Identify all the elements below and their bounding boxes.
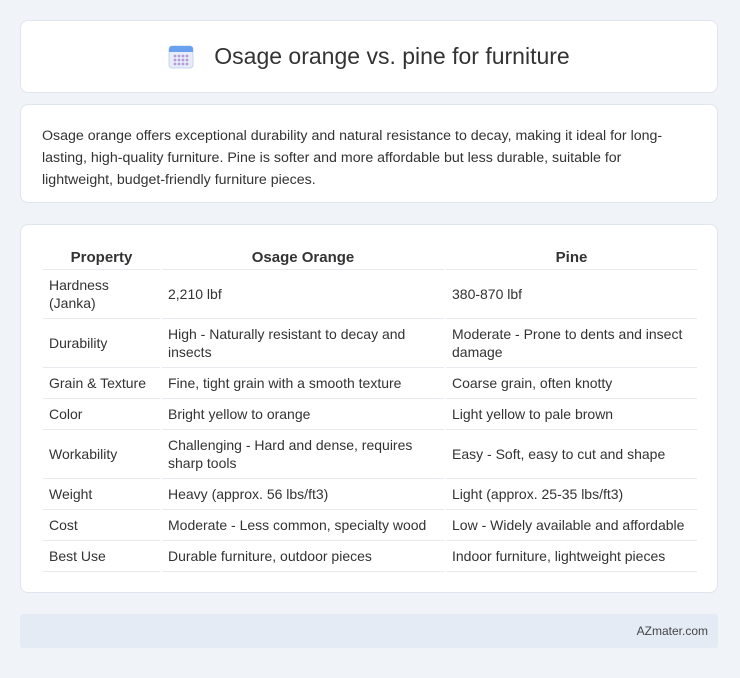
cell-osage: Durable furniture, outdoor pieces	[162, 541, 444, 572]
table-header-row: Property Osage Orange Pine	[43, 245, 697, 270]
cell-property: Cost	[43, 510, 160, 541]
cell-osage: High - Naturally resistant to decay and …	[162, 319, 444, 368]
table-row: Workability Challenging - Hard and dense…	[43, 430, 697, 479]
table-row: Grain & Texture Fine, tight grain with a…	[43, 368, 697, 399]
column-header-pine: Pine	[446, 245, 697, 270]
cell-pine: Moderate - Prone to dents and insect dam…	[446, 319, 697, 368]
cell-osage: Challenging - Hard and dense, requires s…	[162, 430, 444, 479]
table-row: Cost Moderate - Less common, specialty w…	[43, 510, 697, 541]
page-title: Osage orange vs. pine for furniture	[214, 43, 570, 69]
cell-pine: Easy - Soft, easy to cut and shape	[446, 430, 697, 479]
cell-osage: Moderate - Less common, specialty wood	[162, 510, 444, 541]
cell-osage: Heavy (approx. 56 lbs/ft3)	[162, 479, 444, 510]
cell-property: Workability	[43, 430, 160, 479]
cell-osage: Bright yellow to orange	[162, 399, 444, 430]
title-card: Osage orange vs. pine for furniture	[20, 20, 718, 93]
table-row: Hardness (Janka) 2,210 lbf 380-870 lbf	[43, 270, 697, 319]
table-row: Color Bright yellow to orange Light yell…	[43, 399, 697, 430]
comparison-table: Property Osage Orange Pine Hardness (Jan…	[41, 245, 699, 572]
cell-pine: Light yellow to pale brown	[446, 399, 697, 430]
cell-property: Weight	[43, 479, 160, 510]
table-row: Durability High - Naturally resistant to…	[43, 319, 697, 368]
cell-property: Hardness (Janka)	[43, 270, 160, 319]
column-header-property: Property	[43, 245, 160, 270]
cell-pine: Indoor furniture, lightweight pieces	[446, 541, 697, 572]
cell-property: Color	[43, 399, 160, 430]
cell-property: Grain & Texture	[43, 368, 160, 399]
cell-pine: Light (approx. 25-35 lbs/ft3)	[446, 479, 697, 510]
column-header-osage-orange: Osage Orange	[162, 245, 444, 270]
summary-text: Osage orange offers exceptional durabili…	[42, 128, 663, 188]
summary-card: Osage orange offers exceptional durabili…	[20, 104, 718, 203]
cell-pine: 380-870 lbf	[446, 270, 697, 319]
cell-property: Durability	[43, 319, 160, 368]
footer-brand[interactable]: AZmater.com	[637, 624, 708, 638]
cell-osage: Fine, tight grain with a smooth texture	[162, 368, 444, 399]
footer: AZmater.com	[20, 614, 718, 648]
cell-osage: 2,210 lbf	[162, 270, 444, 319]
table-row: Best Use Durable furniture, outdoor piec…	[43, 541, 697, 572]
calendar-icon	[168, 44, 194, 70]
cell-pine: Low - Widely available and affordable	[446, 510, 697, 541]
cell-property: Best Use	[43, 541, 160, 572]
comparison-table-card: Property Osage Orange Pine Hardness (Jan…	[20, 224, 718, 593]
table-row: Weight Heavy (approx. 56 lbs/ft3) Light …	[43, 479, 697, 510]
cell-pine: Coarse grain, often knotty	[446, 368, 697, 399]
